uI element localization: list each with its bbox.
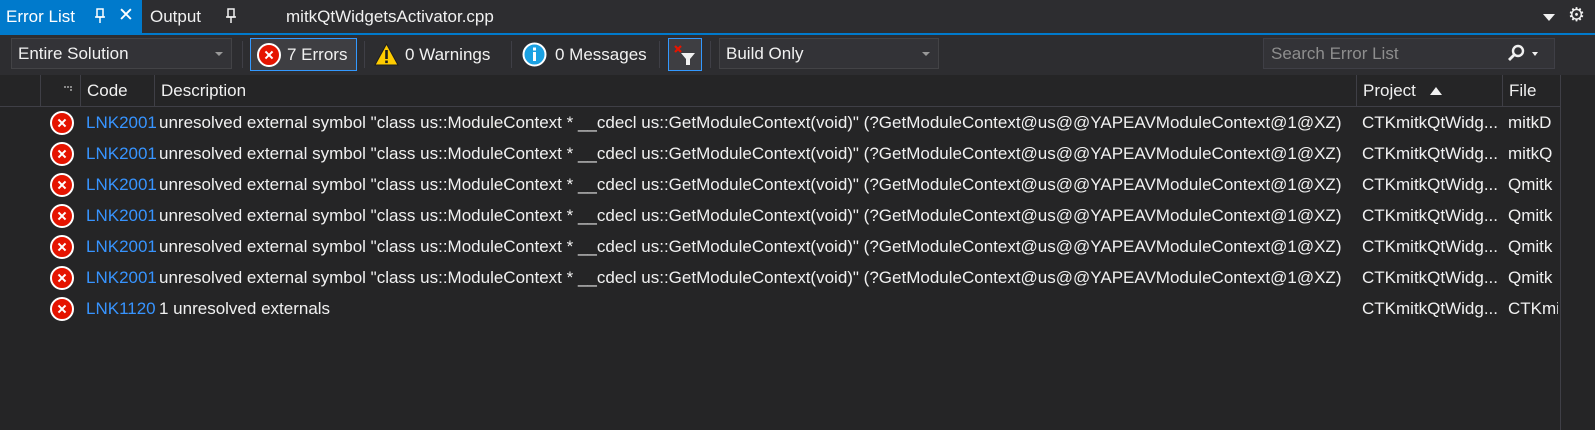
tab-bar: Error List ✕ Output mitkQtWidgetsActivat… bbox=[0, 0, 1595, 33]
tab-file[interactable]: mitkQtWidgetsActivator.cpp bbox=[286, 0, 494, 33]
error-description: unresolved external symbol "class us::Mo… bbox=[159, 112, 1342, 132]
messages-count: 0 Messages bbox=[555, 44, 647, 64]
error-project: CTKmitkQtWidg... bbox=[1362, 205, 1499, 225]
pin-icon[interactable] bbox=[225, 8, 237, 24]
header-code[interactable]: Code bbox=[80, 75, 154, 107]
header-description[interactable]: Description bbox=[154, 75, 1356, 107]
sort-ascending-icon bbox=[1429, 87, 1442, 95]
tab-error-list[interactable]: Error List ✕ bbox=[0, 0, 142, 33]
header-file[interactable]: File bbox=[1502, 75, 1560, 107]
header-description-label: Description bbox=[161, 81, 247, 100]
separator bbox=[364, 41, 365, 68]
window-menu-dropdown-icon[interactable] bbox=[1543, 14, 1555, 21]
error-description: unresolved external symbol "class us::Mo… bbox=[159, 174, 1342, 194]
error-icon bbox=[50, 173, 74, 197]
header-project-label: Project bbox=[1363, 81, 1416, 100]
error-file: CTKmi bbox=[1508, 298, 1558, 318]
error-project: CTKmitkQtWidg... bbox=[1362, 174, 1499, 194]
error-icon bbox=[50, 235, 74, 259]
error-file: Qmitk bbox=[1508, 174, 1553, 194]
close-icon[interactable]: ✕ bbox=[118, 6, 134, 26]
tab-output-label: Output bbox=[150, 6, 202, 26]
error-code-link[interactable]: LNK2001 bbox=[86, 200, 156, 231]
scope-dropdown[interactable]: Entire Solution bbox=[11, 38, 232, 69]
error-icon bbox=[50, 142, 74, 166]
table-row[interactable]: LNK1120 1 unresolved externals CTKmitkQt… bbox=[0, 293, 1560, 324]
error-icon bbox=[50, 266, 74, 290]
table-row[interactable]: LNK2001 unresolved external symbol "clas… bbox=[0, 262, 1560, 293]
error-file: Qmitk bbox=[1508, 267, 1553, 287]
chevron-down-icon bbox=[215, 52, 223, 56]
errors-count: 7 Errors bbox=[287, 44, 348, 64]
error-code-link[interactable]: LNK2001 bbox=[86, 138, 156, 169]
error-icon bbox=[50, 297, 74, 321]
toolbar: Entire Solution 7 Errors 0 Warnings 0 Me… bbox=[0, 35, 1595, 75]
header-project[interactable]: Project bbox=[1356, 75, 1502, 107]
error-code-link[interactable]: LNK2001 bbox=[86, 169, 156, 200]
build-filter-value: Build Only bbox=[726, 43, 804, 63]
build-filter-dropdown[interactable]: Build Only bbox=[719, 38, 939, 69]
error-project: CTKmitkQtWidg... bbox=[1362, 112, 1499, 132]
messages-filter-button[interactable]: 0 Messages bbox=[520, 38, 647, 71]
error-icon bbox=[257, 42, 281, 67]
info-icon bbox=[522, 42, 547, 67]
scope-value: Entire Solution bbox=[18, 43, 129, 63]
error-icon bbox=[50, 111, 74, 135]
tab-output[interactable]: Output bbox=[142, 0, 242, 33]
filter-toggle-button[interactable] bbox=[668, 38, 702, 71]
warnings-count: 0 Warnings bbox=[405, 44, 491, 64]
gear-icon[interactable]: ⚙ bbox=[1568, 5, 1585, 27]
header-file-label: File bbox=[1509, 81, 1537, 100]
error-description: 1 unresolved externals bbox=[159, 298, 331, 318]
error-project: CTKmitkQtWidg... bbox=[1362, 298, 1499, 318]
table-row[interactable]: LNK2001 unresolved external symbol "clas… bbox=[0, 107, 1560, 138]
separator bbox=[659, 41, 660, 68]
tab-error-list-label: Error List bbox=[6, 6, 75, 26]
error-description: unresolved external symbol "class us::Mo… bbox=[159, 267, 1342, 287]
error-project: CTKmitkQtWidg... bbox=[1362, 143, 1499, 163]
warning-icon bbox=[374, 43, 399, 66]
chevron-down-icon bbox=[922, 52, 930, 56]
error-description: unresolved external symbol "class us::Mo… bbox=[159, 143, 1342, 163]
error-code-link[interactable]: LNK2001 bbox=[86, 231, 156, 262]
error-project: CTKmitkQtWidg... bbox=[1362, 236, 1499, 256]
error-list-header: Code Description Project File bbox=[0, 75, 1560, 107]
vertical-scrollbar[interactable] bbox=[1560, 75, 1595, 430]
error-icon bbox=[50, 204, 74, 228]
search-icon[interactable] bbox=[1506, 44, 1540, 64]
error-code-link[interactable]: LNK1120 bbox=[86, 293, 156, 324]
error-description: unresolved external symbol "class us::Mo… bbox=[159, 205, 1342, 225]
error-file: mitkQ bbox=[1508, 143, 1553, 163]
separator bbox=[511, 41, 512, 68]
pin-icon[interactable] bbox=[94, 8, 106, 24]
table-row[interactable]: LNK2001 unresolved external symbol "clas… bbox=[0, 200, 1560, 231]
error-file: mitkD bbox=[1508, 112, 1552, 132]
error-description: unresolved external symbol "class us::Mo… bbox=[159, 236, 1342, 256]
header-severity[interactable] bbox=[40, 75, 80, 107]
error-file: Qmitk bbox=[1508, 205, 1553, 225]
separator bbox=[710, 41, 711, 68]
search-placeholder: Search Error List bbox=[1271, 43, 1399, 63]
warnings-filter-button[interactable]: 0 Warnings bbox=[372, 38, 490, 71]
filter-icon bbox=[674, 44, 695, 65]
table-row[interactable]: LNK2001 unresolved external symbol "clas… bbox=[0, 231, 1560, 262]
errors-filter-button[interactable]: 7 Errors bbox=[250, 38, 357, 71]
error-file: Qmitk bbox=[1508, 236, 1553, 256]
error-code-link[interactable]: LNK2001 bbox=[86, 107, 156, 138]
table-row[interactable]: LNK2001 unresolved external symbol "clas… bbox=[0, 169, 1560, 200]
tab-file-label: mitkQtWidgetsActivator.cpp bbox=[286, 6, 494, 26]
search-input[interactable]: Search Error List bbox=[1263, 38, 1555, 69]
error-code-link[interactable]: LNK2001 bbox=[86, 262, 156, 293]
error-project: CTKmitkQtWidg... bbox=[1362, 267, 1499, 287]
header-code-label: Code bbox=[87, 81, 128, 100]
scrollbar-border bbox=[1560, 75, 1561, 430]
table-row[interactable]: LNK2001 unresolved external symbol "clas… bbox=[0, 138, 1560, 169]
separator bbox=[242, 41, 243, 68]
